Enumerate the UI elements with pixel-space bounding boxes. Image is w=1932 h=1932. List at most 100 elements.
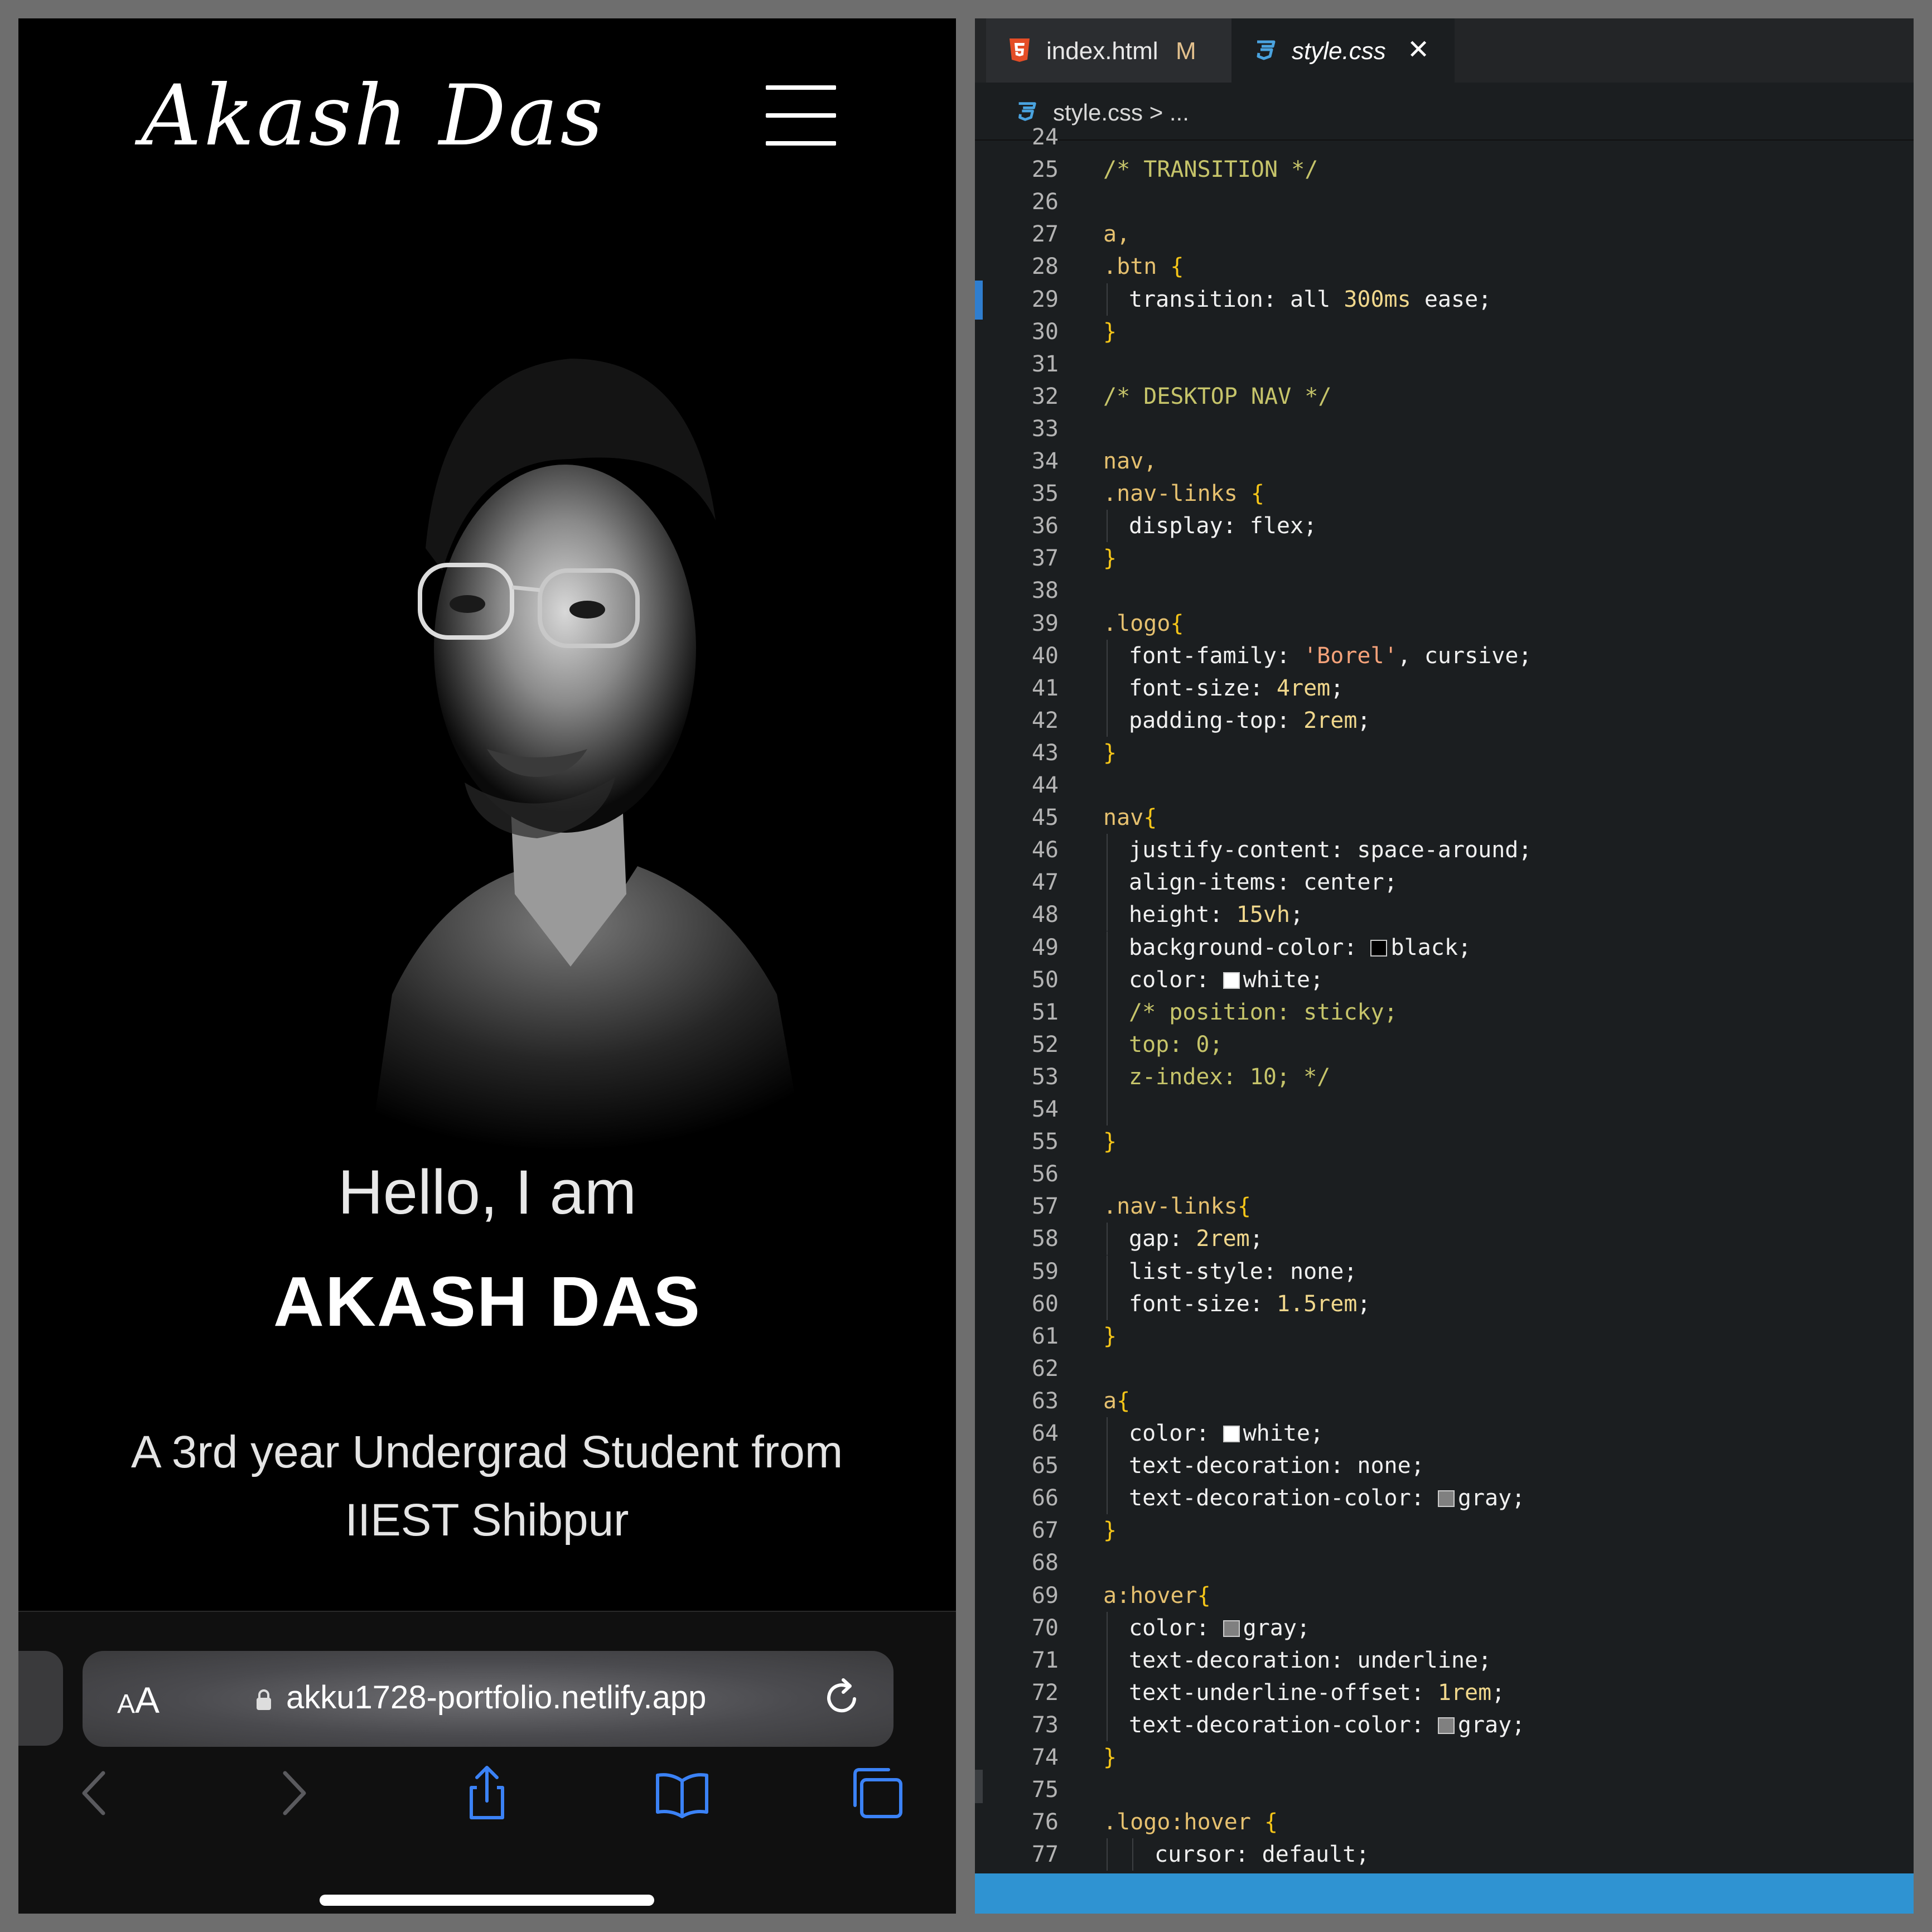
tab-label: index.html xyxy=(1046,37,1158,65)
code-token: { xyxy=(1250,481,1264,507)
code-line[interactable]: 53 z-index: 10; */ xyxy=(975,1060,1914,1093)
code-line[interactable]: 37} xyxy=(975,542,1914,574)
code-token: , cursive; xyxy=(1397,643,1532,669)
code-line[interactable]: 39 .logo{ xyxy=(975,607,1914,640)
code-line[interactable]: 51 /* position: sticky; xyxy=(975,996,1914,1028)
code-line[interactable]: 46 justify-content: space-around; xyxy=(975,834,1914,867)
code-line[interactable]: 72 text-underline-offset: 1rem; xyxy=(975,1676,1914,1709)
code-line[interactable]: 52 top: 0; xyxy=(975,1028,1914,1061)
code-line[interactable]: 45 nav{ xyxy=(975,801,1914,834)
code-line[interactable]: 62 xyxy=(975,1353,1914,1385)
code-token: ; xyxy=(1249,1226,1263,1252)
code-line[interactable]: 76 .logo:hover { xyxy=(975,1806,1914,1838)
code-line[interactable]: 64 color: white; xyxy=(975,1417,1914,1450)
code-line[interactable]: 77 cursor: default; xyxy=(975,1838,1914,1871)
status-bar[interactable] xyxy=(975,1873,1914,1914)
indent-guide xyxy=(1107,1644,1108,1677)
tabs-icon[interactable] xyxy=(849,1765,905,1821)
code-line[interactable]: 34 nav, xyxy=(975,445,1914,477)
color-swatch xyxy=(1370,939,1388,957)
code-line[interactable]: 36 display: flex; xyxy=(975,510,1914,543)
code-line[interactable]: 63 a{ xyxy=(975,1385,1914,1417)
code-line[interactable]: 49 background-color: black; xyxy=(975,931,1914,964)
reader-options-button[interactable]: AA xyxy=(117,1679,160,1721)
code-line[interactable]: 57 .nav-links{ xyxy=(975,1190,1914,1223)
line-number: 36 xyxy=(1031,513,1059,539)
indent-guide xyxy=(1107,931,1108,964)
previous-tab-preview[interactable] xyxy=(18,1651,63,1746)
tab-style-css[interactable]: style.css ✕ xyxy=(1231,18,1455,83)
code-line[interactable]: 75 xyxy=(975,1774,1914,1806)
code-line[interactable]: 74} xyxy=(975,1741,1914,1774)
line-source: nav{ xyxy=(1103,801,1157,834)
code-line[interactable]: 73 text-decoration-color: gray; xyxy=(975,1708,1914,1741)
code-line[interactable]: 26 xyxy=(975,186,1914,218)
code-token: list-style: none; xyxy=(1129,1258,1358,1284)
code-line[interactable]: 55} xyxy=(975,1126,1914,1158)
code-line[interactable]: 58 gap: 2rem; xyxy=(975,1223,1914,1255)
indent-guide xyxy=(1107,639,1108,672)
back-arrow-icon[interactable] xyxy=(69,1765,124,1821)
tab-index-html[interactable]: index.html M xyxy=(986,18,1231,83)
code-line[interactable]: 48 height: 15vh; xyxy=(975,899,1914,931)
code-line[interactable]: 59 list-style: none; xyxy=(975,1255,1914,1288)
code-line[interactable]: 24 xyxy=(975,121,1914,153)
code-token: gray; xyxy=(1457,1712,1525,1738)
code-line[interactable]: 50 color: white; xyxy=(975,963,1914,996)
line-number: 50 xyxy=(1031,967,1059,993)
indent-guide xyxy=(1107,1060,1108,1093)
line-number: 62 xyxy=(1031,1355,1059,1382)
code-token: text-decoration: underline; xyxy=(1129,1647,1492,1673)
code-line[interactable]: 69 a:hover{ xyxy=(975,1580,1914,1612)
code-line[interactable]: 68 xyxy=(975,1547,1914,1579)
code-line[interactable]: 35 .nav-links { xyxy=(975,477,1914,510)
line-source: justify-content: space-around; xyxy=(1129,834,1532,866)
code-line[interactable]: 28 .btn { xyxy=(975,250,1914,283)
code-line[interactable]: 44 xyxy=(975,769,1914,801)
code-token: ; xyxy=(1357,707,1371,733)
code-line[interactable]: 30} xyxy=(975,316,1914,348)
bookmarks-icon[interactable] xyxy=(654,1765,710,1821)
code-line[interactable]: 29 transition: all 300ms ease; xyxy=(975,283,1914,316)
code-token: ; xyxy=(1491,1679,1505,1706)
line-source: } xyxy=(1103,1126,1117,1158)
line-number: 24 xyxy=(1031,124,1059,150)
code-line[interactable]: 61} xyxy=(975,1320,1914,1353)
forward-arrow-icon[interactable] xyxy=(264,1765,320,1821)
site-logo[interactable]: Akash Das xyxy=(141,67,606,165)
code-line[interactable]: 66 text-decoration-color: gray; xyxy=(975,1482,1914,1515)
code-line[interactable]: 67} xyxy=(975,1514,1914,1547)
code-line[interactable]: 38 xyxy=(975,574,1914,607)
address-bar[interactable]: AA akku1728-portfolio.netlify.app xyxy=(83,1651,893,1747)
code-token: transition: all xyxy=(1129,286,1344,312)
code-token: { xyxy=(1170,254,1184,280)
code-line[interactable]: 33 xyxy=(975,413,1914,445)
code-line[interactable]: 42 padding-top: 2rem; xyxy=(975,704,1914,737)
code-line[interactable]: 65 text-decoration: none; xyxy=(975,1450,1914,1482)
code-line[interactable]: 25 /* TRANSITION */ xyxy=(975,153,1914,186)
code-line[interactable]: 71 text-decoration: underline; xyxy=(975,1644,1914,1677)
line-number: 43 xyxy=(1031,740,1059,766)
code-line[interactable]: 43} xyxy=(975,737,1914,769)
code-token: color: xyxy=(1129,1615,1223,1641)
line-number: 31 xyxy=(1031,351,1059,377)
code-line[interactable]: 27 a, xyxy=(975,218,1914,250)
line-source: /* position: sticky; xyxy=(1129,996,1398,1028)
code-line[interactable]: 54 xyxy=(975,1093,1914,1126)
reload-icon[interactable] xyxy=(821,1677,863,1719)
code-line[interactable]: 40 font-family: 'Borel', cursive; xyxy=(975,639,1914,672)
share-icon[interactable] xyxy=(459,1765,515,1821)
hamburger-menu-icon[interactable] xyxy=(766,85,836,146)
close-icon[interactable]: ✕ xyxy=(1407,34,1429,65)
code-line[interactable]: 70 color: gray; xyxy=(975,1611,1914,1644)
home-indicator[interactable] xyxy=(320,1895,654,1906)
code-line[interactable]: 56 xyxy=(975,1158,1914,1190)
code-line[interactable]: 47 align-items: center; xyxy=(975,866,1914,899)
code-token: } xyxy=(1103,545,1117,572)
code-line[interactable]: 41 font-size: 4rem; xyxy=(975,672,1914,704)
code-token: } xyxy=(1103,740,1117,766)
code-line[interactable]: 32 /* DESKTOP NAV */ xyxy=(975,380,1914,413)
url-text[interactable]: akku1728-portfolio.netlify.app xyxy=(286,1679,706,1716)
code-line[interactable]: 60 font-size: 1.5rem; xyxy=(975,1287,1914,1320)
code-line[interactable]: 31 xyxy=(975,348,1914,380)
